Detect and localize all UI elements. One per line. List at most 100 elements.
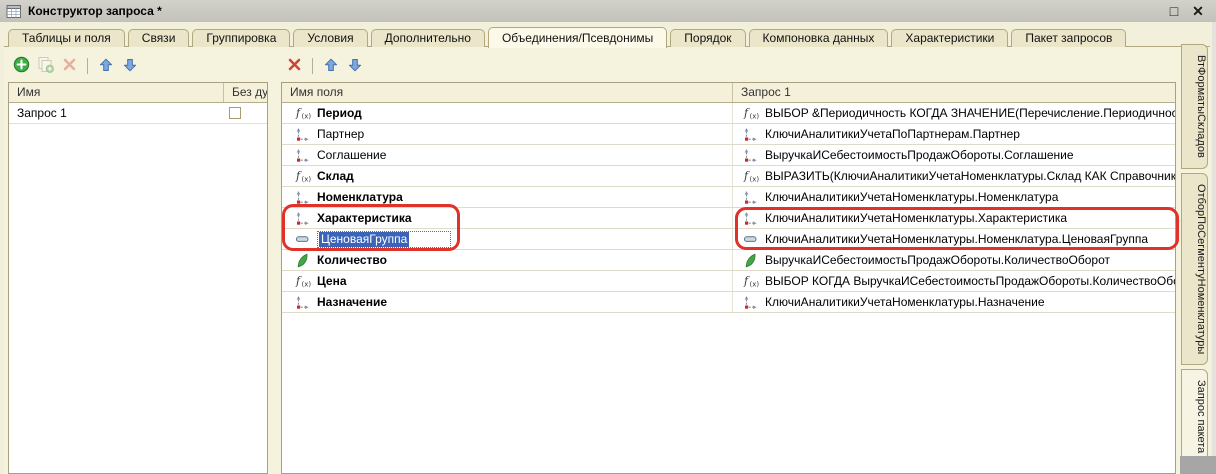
field-name-cell: Характеристика <box>282 208 732 228</box>
query-list-table: Имя Без ду... Запрос 1 <box>8 82 268 474</box>
aggregate-icon <box>742 252 759 268</box>
delete-icon <box>62 57 77 75</box>
field-name: Количество <box>317 253 387 267</box>
fields-toolbar <box>285 55 364 77</box>
field-icon <box>294 210 311 226</box>
query-name: Запрос 1 <box>9 106 223 120</box>
svg-text:(x): (x) <box>749 281 759 289</box>
field-name-edit-box[interactable]: ЦеноваяГруппа <box>317 231 451 248</box>
tab-4[interactable]: Дополнительно <box>371 29 485 47</box>
column-header-name: Имя <box>9 83 223 102</box>
function-icon: f(x) <box>742 273 759 289</box>
delete-icon <box>287 57 302 75</box>
query-expression: КлючиАналитикиУчетаНоменклатуры.Номенкла… <box>765 232 1148 246</box>
move-down-button[interactable] <box>120 57 139 76</box>
query-expression: КлючиАналитикиУчетаНоменклатуры.Назначен… <box>765 295 1045 309</box>
field-icon <box>294 189 311 205</box>
fields-table-header: Имя поля Запрос 1 <box>282 83 1175 103</box>
query-list-toolbar <box>12 55 139 77</box>
window-title: Конструктор запроса * <box>28 4 1162 18</box>
move-down-icon <box>122 57 138 76</box>
move-up-button[interactable] <box>321 57 340 76</box>
delete-button[interactable] <box>285 57 304 76</box>
tab-0[interactable]: Таблицы и поля <box>8 29 125 47</box>
tab-bar: Таблицы и поляСвязиГруппировкаУсловияДоп… <box>8 27 1126 47</box>
query-expression-cell: КлючиАналитикиУчетаНоменклатуры.Характер… <box>732 208 1175 228</box>
tab-7[interactable]: Компоновка данных <box>749 29 889 47</box>
table-row[interactable]: Номенклатура КлючиАналитикиУчетаНоменклат… <box>282 187 1175 208</box>
no-duplicates-cell <box>223 103 267 123</box>
query-expression: КлючиАналитикиУчетаПоПартнерам.Партнер <box>765 127 1020 141</box>
field-name-cell: Количество <box>282 250 732 270</box>
window-bottom-corner <box>1180 456 1216 474</box>
function-icon: f(x) <box>742 168 759 184</box>
toolbar-separator <box>87 58 88 74</box>
query-builder-window: Конструктор запроса * □ ✕ Таблицы и поля… <box>0 0 1216 474</box>
query-expression-cell: f(x)ВЫРАЗИТЬ(КлючиАналитикиУчетаНоменкла… <box>732 166 1175 186</box>
table-row[interactable]: НазначениеКлючиАналитикиУчетаНоменклатур… <box>282 292 1175 313</box>
tab-9[interactable]: Пакет запросов <box>1011 29 1126 47</box>
field-name: Цена <box>317 274 347 288</box>
field-icon <box>294 147 311 163</box>
tab-2[interactable]: Группировка <box>192 29 290 47</box>
field-name-cell: Партнер <box>282 124 732 144</box>
tab-1[interactable]: Связи <box>128 29 190 47</box>
query-list-item[interactable]: Запрос 1 <box>9 103 267 124</box>
query-expression-cell: КлючиАналитикиУчетаНоменклатуры.Номенкла… <box>732 187 1175 207</box>
svg-text:(x): (x) <box>749 113 759 121</box>
function-icon: f(x) <box>742 105 759 121</box>
equals-icon <box>294 231 311 247</box>
move-down-icon <box>347 57 363 76</box>
side-tab-1[interactable]: ОтборПоСегментуНоменклатуры <box>1181 173 1208 365</box>
svg-text:(x): (x) <box>301 281 311 289</box>
field-icon <box>742 189 759 205</box>
table-row[interactable]: Соглашение ВыручкаИСебестоимостьПродажОбо… <box>282 145 1175 166</box>
add-button[interactable] <box>12 57 31 76</box>
query-expression: ВыручкаИСебестоимостьПродажОбороты.Колич… <box>765 253 1110 267</box>
add-icon <box>13 56 30 76</box>
table-row[interactable]: f(x)Периодf(x)ВЫБОР &Периодичность КОГДА… <box>282 103 1175 124</box>
tab-5[interactable]: Объединения/Псевдонимы <box>488 27 667 48</box>
table-row[interactable]: Партнер КлючиАналитикиУчетаПоПартнерам.Па… <box>282 124 1175 145</box>
query-expression: КлючиАналитикиУчетаНоменклатуры.Номенкла… <box>765 190 1058 204</box>
field-icon <box>742 210 759 226</box>
fields-table-rows: f(x)Периодf(x)ВЫБОР &Периодичность КОГДА… <box>282 103 1175 313</box>
move-up-icon <box>98 57 114 76</box>
tab-6[interactable]: Порядок <box>670 29 745 47</box>
table-row[interactable]: ЦеноваяГруппа КлючиАналитикиУчетаНоменкла… <box>282 229 1175 250</box>
column-header-query-1: Запрос 1 <box>732 83 1175 102</box>
side-tab-0[interactable]: ВтФорматыСкладов <box>1181 44 1208 169</box>
close-button[interactable]: ✕ <box>1186 1 1210 21</box>
table-row[interactable]: ХарактеристикаКлючиАналитикиУчетаНоменкл… <box>282 208 1175 229</box>
query-expression-cell: f(x)ВЫБОР КОГДА ВыручкаИСебестоимостьПро… <box>732 271 1175 291</box>
query-expression: ВыручкаИСебестоимостьПродажОбороты.Согла… <box>765 148 1074 162</box>
field-name: Склад <box>317 169 354 183</box>
svg-text:(x): (x) <box>301 113 311 121</box>
move-up-button[interactable] <box>96 57 115 76</box>
field-icon <box>294 126 311 142</box>
tab-8[interactable]: Характеристики <box>891 29 1008 47</box>
field-name-cell: Номенклатура <box>282 187 732 207</box>
tab-3[interactable]: Условия <box>293 29 367 47</box>
field-icon <box>294 294 311 310</box>
move-down-button[interactable] <box>345 57 364 76</box>
no-duplicates-checkbox[interactable] <box>229 107 241 119</box>
function-icon: f(x) <box>294 105 311 121</box>
function-icon: f(x) <box>294 168 311 184</box>
field-icon <box>742 294 759 310</box>
table-row[interactable]: Количество ВыручкаИСебестоимостьПродажОбо… <box>282 250 1175 271</box>
toolbar-separator <box>312 58 313 74</box>
field-name-cell: Соглашение <box>282 145 732 165</box>
function-icon: f(x) <box>294 273 311 289</box>
delete-button <box>60 57 79 76</box>
table-row[interactable]: f(x) Склад f(x)ВЫРАЗИТЬ(КлючиАналитикиУчет… <box>282 166 1175 187</box>
field-name-cell: ЦеноваяГруппа <box>282 229 732 249</box>
maximize-button[interactable]: □ <box>1162 1 1186 21</box>
query-expression-cell: КлючиАналитикиУчетаНоменклатуры.Назначен… <box>732 292 1175 312</box>
table-row[interactable]: f(x) Цена f(x)ВЫБОР КОГДА ВыручкаИСебестои… <box>282 271 1175 292</box>
query-expression-cell: ВыручкаИСебестоимостьПродажОбороты.Согла… <box>732 145 1175 165</box>
field-icon <box>742 147 759 163</box>
query-expression-cell: КлючиАналитикиУчетаНоменклатуры.Номенкла… <box>732 229 1175 249</box>
column-header-no-duplicates: Без ду... <box>223 83 267 102</box>
svg-text:(x): (x) <box>301 176 311 184</box>
